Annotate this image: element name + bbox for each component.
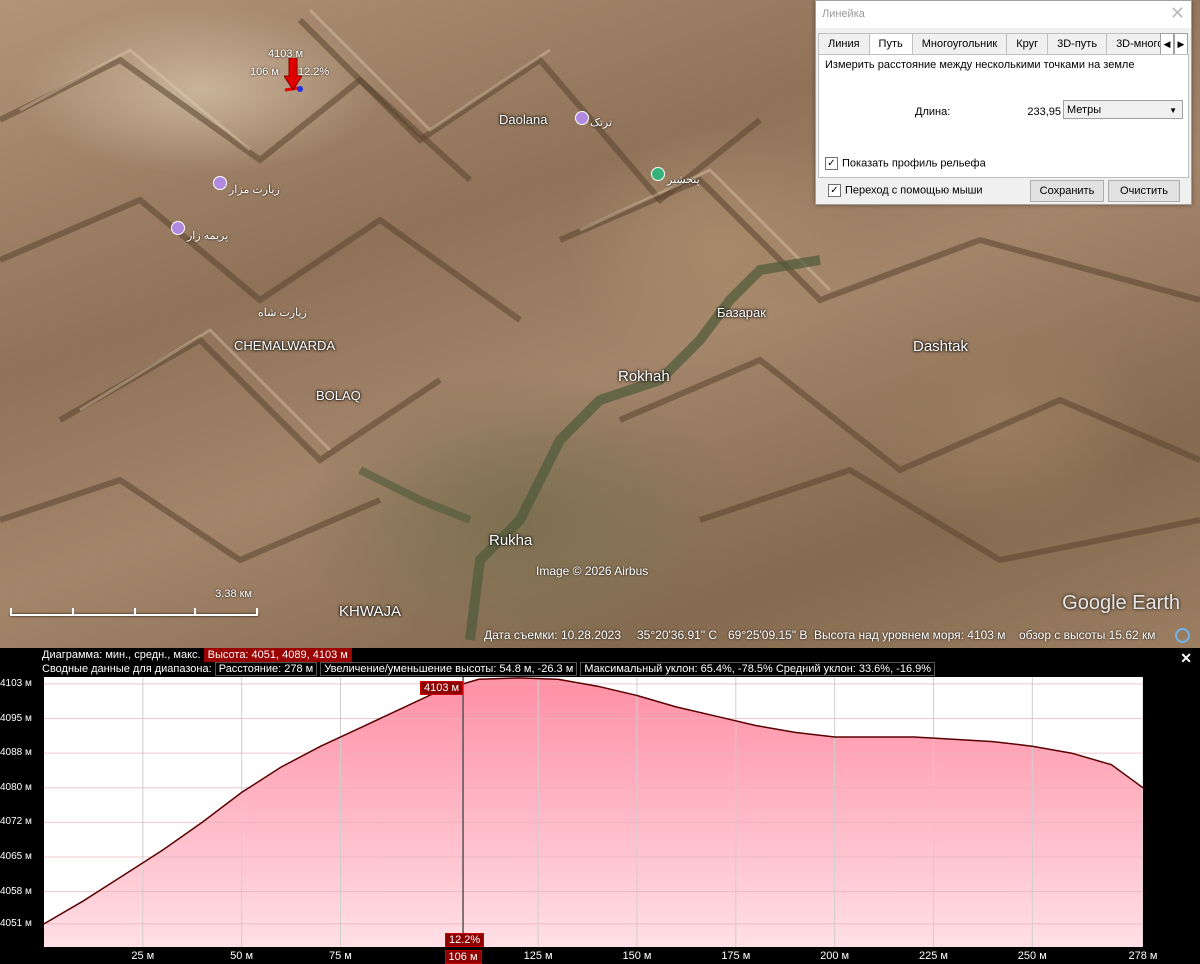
x-tick-label: 125 м <box>523 950 553 962</box>
scale-bar: 3.38 км <box>10 588 258 618</box>
y-tick-label: 4065 м <box>0 851 32 862</box>
profile-header-row2: Сводные данные для диапазона: Расстояние… <box>42 662 936 676</box>
range-summary-label: Сводные данные для диапазона: <box>42 663 212 675</box>
tab-path[interactable]: Путь <box>868 33 913 55</box>
longitude: 69°25'09.15" В <box>728 628 808 642</box>
clear-button[interactable]: Очистить <box>1108 180 1180 202</box>
y-tick-label: 4080 м <box>0 781 32 793</box>
show-profile-label: Показать профиль рельефа <box>842 157 986 170</box>
poi-label: ترتک <box>590 117 613 129</box>
profile-header-row1: Диаграмма: мин., средн., макс. Высота: 4… <box>42 648 352 662</box>
path-panel: Измерить расстояние между несколькими то… <box>818 54 1189 178</box>
cursor-grade-tag: 12.2% <box>445 933 485 947</box>
dialog-title: Линейка <box>816 1 1191 28</box>
marker-distance: 106 м <box>250 66 279 78</box>
map-label-bazarak: Базарак <box>717 305 766 320</box>
place-pin-icon[interactable] <box>171 221 185 235</box>
elevation-chart[interactable] <box>44 677 1143 947</box>
range-elevation-gain: Увеличение/уменьшение высоты: 54.8 м, -2… <box>320 662 578 676</box>
units-select[interactable]: Метры ▼ <box>1063 100 1183 119</box>
poi-label: زیارت شاه <box>258 307 307 319</box>
map-label-khwaja: KHWAJA <box>339 603 401 620</box>
map-label-daolana: Daolana <box>499 112 548 127</box>
close-icon[interactable]: ✕ <box>1180 650 1192 667</box>
save-button[interactable]: Сохранить <box>1030 180 1104 202</box>
poi-label: زیارت مزار <box>229 184 280 196</box>
map-label-dashtak: Dashtak <box>913 338 969 355</box>
x-tick-label: 278 м <box>1128 950 1158 962</box>
cursor-elevation-tag: 4103 м <box>420 681 464 695</box>
scale-label: 3.38 км <box>215 588 252 600</box>
y-tick-label: 4103 м <box>0 677 32 689</box>
path-endpoint-icon[interactable] <box>297 86 303 92</box>
close-icon[interactable]: ✕ <box>1170 3 1185 24</box>
imagery-copyright: Image © 2026 Airbus <box>536 564 649 578</box>
tab-3d-path[interactable]: 3D-путь <box>1047 33 1108 55</box>
elevation-stats: Высота: 4051, 4089, 4103 м <box>203 648 352 662</box>
y-tick-label: 4088 м <box>0 747 32 759</box>
y-tick-label: 4051 м <box>0 917 32 929</box>
mouse-nav-checkbox[interactable]: ✓ <box>828 184 841 197</box>
x-tick-label: 25 м <box>131 950 155 962</box>
tab-polygon[interactable]: Многоугольник <box>911 33 1008 55</box>
cursor-distance-tag: 106 м <box>444 950 482 964</box>
map-label-chemalwarda: CHEMALWARDA <box>234 338 336 353</box>
map-label-rukha: Rukha <box>489 532 533 549</box>
tab-line[interactable]: Линия <box>818 33 870 55</box>
y-tick-label: 4095 м <box>0 712 32 724</box>
x-tick-label: 175 м <box>721 950 751 962</box>
y-tick-label: 4058 м <box>0 885 32 897</box>
streaming-status-icon <box>1175 628 1190 643</box>
marker-grade: 12.2% <box>298 66 330 78</box>
length-label: Длина: <box>915 106 951 118</box>
length-value: 233,95 <box>1027 106 1061 118</box>
tab-circle[interactable]: Круг <box>1006 33 1049 55</box>
show-profile-checkbox[interactable]: ✓ <box>825 157 838 170</box>
tab-scroll-left-icon[interactable]: ◀ <box>1160 33 1174 55</box>
show-profile-option[interactable]: ✓ Показать профиль рельефа <box>825 157 986 170</box>
elevation-profile-panel: Диаграмма: мин., средн., макс. Высота: 4… <box>0 648 1200 964</box>
x-tick-label: 75 м <box>328 950 352 962</box>
tab-scroll-right-icon[interactable]: ▶ <box>1174 33 1188 55</box>
chevron-down-icon: ▼ <box>1169 106 1177 115</box>
place-pin-icon[interactable] <box>213 176 227 190</box>
x-tick-label: 200 м <box>820 950 850 962</box>
range-distance: Расстояние: 278 м <box>214 662 318 676</box>
landmark-pin-icon[interactable] <box>651 167 665 181</box>
x-tick-label: 250 м <box>1017 950 1047 962</box>
place-pin-icon[interactable] <box>575 111 589 125</box>
mouse-nav-label: Переход с помощью мыши <box>845 184 983 197</box>
ruler-dialog: Линейка ✕ Линия Путь Многоугольник Круг 3D-п… <box>815 0 1192 205</box>
x-tick-label: 225 м <box>918 950 948 962</box>
chart-stats-label: Диаграмма: мин., средн., макс. <box>42 649 201 661</box>
ground-elevation: Высота над уровнем моря: 4103 м <box>814 628 1006 642</box>
x-tick-label: 50 м <box>230 950 254 962</box>
imagery-date: Дата съемки: 10.28.2023 <box>484 628 622 642</box>
units-value: Метры <box>1067 104 1102 116</box>
status-bar: Дата съемки: 10.28.2023 35°20'36.91" С 6… <box>0 626 1200 646</box>
x-tick-label: 150 м <box>622 950 652 962</box>
poi-label: پنجشیر <box>667 174 700 186</box>
google-earth-logo: Google Earth <box>1062 592 1180 614</box>
range-slope: Максимальный уклон: 65.4%, -78.5% Средни… <box>580 662 936 676</box>
map-label-rokhah: Rokhah <box>618 368 670 385</box>
poi-label: پریمه زار <box>187 230 229 242</box>
y-tick-label: 4072 м <box>0 816 32 828</box>
latitude: 35°20'36.91" С <box>637 628 718 642</box>
tool-description: Измерить расстояние между несколькими то… <box>825 59 1135 71</box>
ruler-tabs: Линия Путь Многоугольник Круг 3D-путь 3D-мног… <box>818 33 1174 55</box>
map-label-bolaq: BOLAQ <box>316 388 361 403</box>
mouse-nav-option[interactable]: ✓ Переход с помощью мыши <box>828 184 983 197</box>
eye-altitude: обзор с высоты 15.62 км <box>1019 628 1156 642</box>
